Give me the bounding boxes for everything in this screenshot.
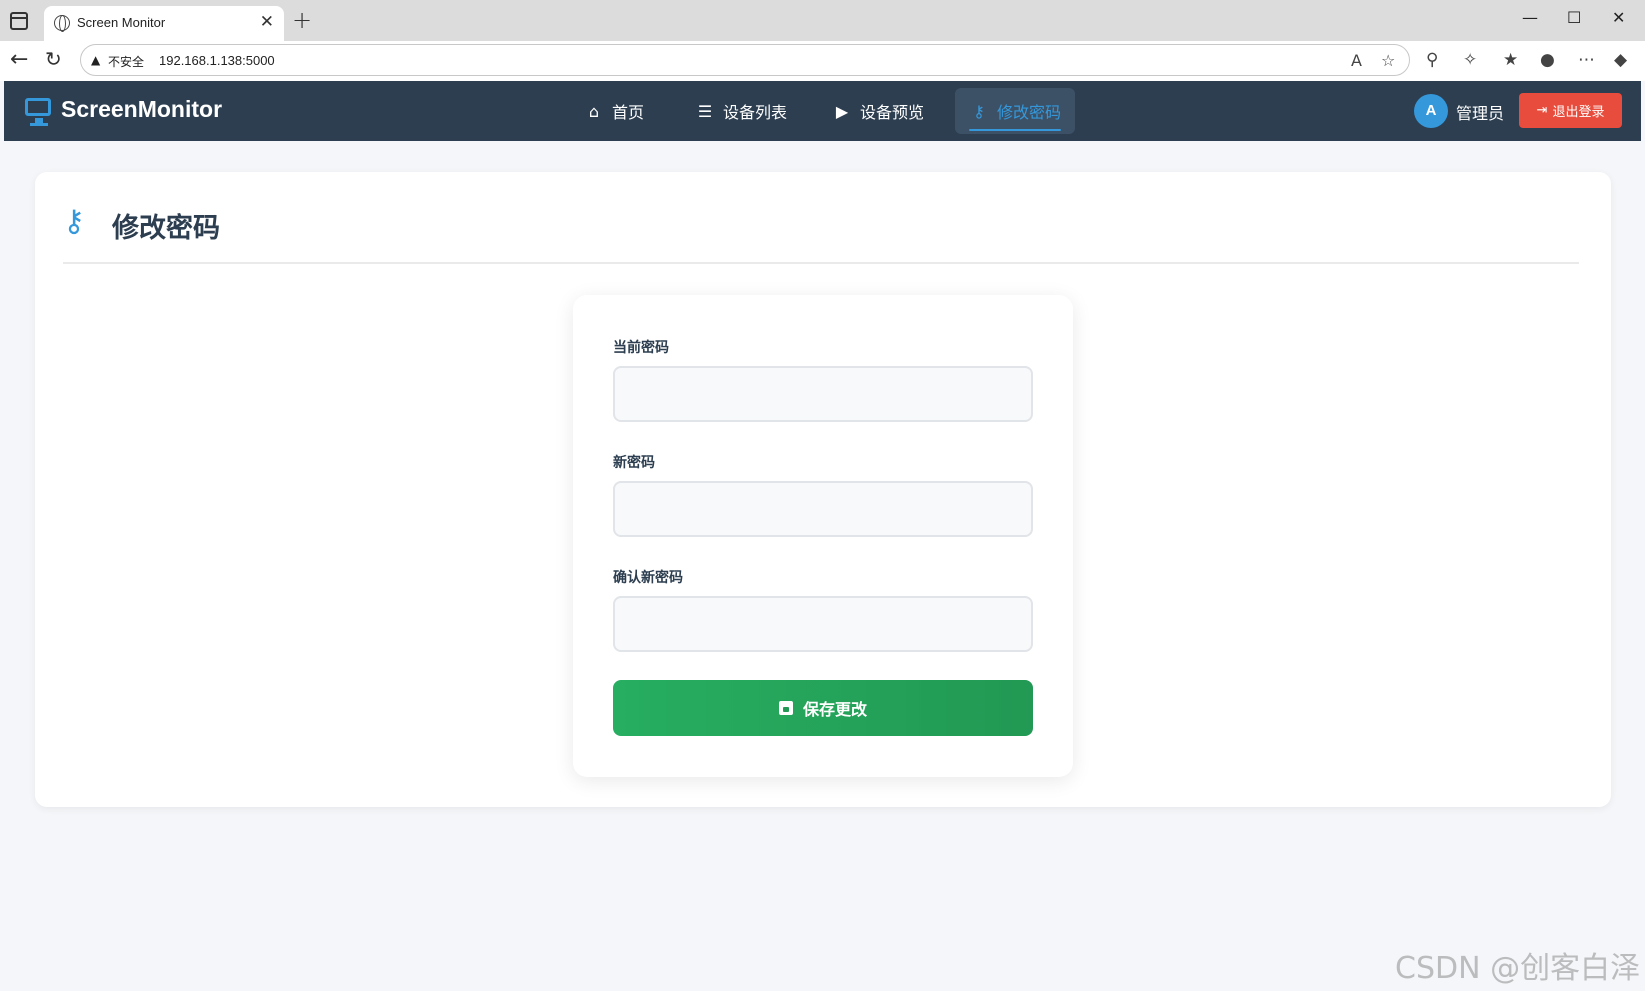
read-aloud-icon[interactable]: A xyxy=(1351,51,1362,70)
title-divider xyxy=(63,262,1579,264)
profile-icon[interactable]: ● xyxy=(1540,50,1555,70)
watermark: CSDN @创客白泽 xyxy=(1395,951,1641,986)
tab-title: Screen Monitor xyxy=(77,15,166,30)
globe-icon xyxy=(54,15,70,32)
url-text[interactable]: 192.168.1.138:5000 xyxy=(159,53,275,68)
save-icon xyxy=(778,701,793,715)
warning-icon: ▲ xyxy=(91,53,101,67)
key-icon: ⚷ xyxy=(63,204,85,239)
nav-device-list[interactable]: ☰ 设备列表 xyxy=(681,88,801,134)
nav-home[interactable]: ⌂ 首页 xyxy=(570,88,658,134)
nav-device-preview-label: 设备预览 xyxy=(860,103,925,122)
username: 管理员 xyxy=(1456,104,1505,123)
monitor-icon xyxy=(25,98,51,126)
change-password-form: 当前密码 新密码 确认新密码 保存更改 xyxy=(573,295,1073,777)
more-menu-icon[interactable]: ⋯ xyxy=(1578,50,1595,70)
sidebar-toggle-icon[interactable] xyxy=(10,12,28,30)
home-icon: ⌂ xyxy=(588,101,600,121)
new-password-label: 新密码 xyxy=(613,455,655,471)
favorites-icon[interactable]: ★ xyxy=(1503,50,1518,70)
tab-close-icon[interactable]: ✕ xyxy=(260,12,274,32)
url-field[interactable]: ▲ 不安全 192.168.1.138:5000 A ☆ xyxy=(80,44,1410,76)
browser-tab[interactable]: Screen Monitor ✕ xyxy=(44,6,284,41)
save-label: 保存更改 xyxy=(802,700,867,719)
new-password-input[interactable] xyxy=(613,481,1033,537)
video-camera-icon: ▶ xyxy=(835,101,849,121)
brand-logo[interactable]: ScreenMonitor xyxy=(61,96,222,123)
page-title: 修改密码 xyxy=(112,213,220,244)
save-button[interactable]: 保存更改 xyxy=(613,680,1033,736)
list-icon: ☰ xyxy=(697,101,713,121)
extensions-icon[interactable]: ✧ xyxy=(1463,50,1477,70)
favorite-star-icon[interactable]: ☆ xyxy=(1381,51,1395,70)
browser-tab-bar: Screen Monitor ✕ + — ☐ ✕ xyxy=(0,0,1645,41)
current-password-label: 当前密码 xyxy=(613,340,669,356)
maximize-icon[interactable]: ☐ xyxy=(1567,8,1581,27)
extension-pin-icon[interactable]: ⚲ xyxy=(1426,50,1438,70)
new-tab-button[interactable]: + xyxy=(292,6,312,34)
reload-icon[interactable]: ↻ xyxy=(45,47,62,71)
minimize-icon[interactable]: — xyxy=(1522,8,1538,27)
nav-home-label: 首页 xyxy=(612,103,645,122)
back-icon[interactable]: ← xyxy=(10,47,28,72)
logout-button[interactable]: ⇥ 退出登录 xyxy=(1519,93,1622,128)
nav-device-preview[interactable]: ▶ 设备预览 xyxy=(818,88,938,134)
confirm-password-input[interactable] xyxy=(613,596,1033,652)
app-header: ScreenMonitor ⌂ 首页 ☰ 设备列表 ▶ 设备预览 ⚷ 修改密码 … xyxy=(4,81,1641,141)
current-password-input[interactable] xyxy=(613,366,1033,422)
browser-address-bar: ← ↻ ▲ 不安全 192.168.1.138:5000 A ☆ ⚲ ✧ ★ ●… xyxy=(0,41,1645,81)
window-close-icon[interactable]: ✕ xyxy=(1612,8,1625,27)
copilot-icon[interactable]: ◆ xyxy=(1614,50,1627,70)
key-icon: ⚷ xyxy=(973,101,985,121)
logout-icon: ⇥ xyxy=(1536,103,1548,118)
nav-change-password-label: 修改密码 xyxy=(997,103,1062,122)
nav-device-list-label: 设备列表 xyxy=(723,103,788,122)
confirm-password-label: 确认新密码 xyxy=(613,570,683,586)
avatar[interactable]: A xyxy=(1414,94,1448,128)
main-card: ⚷ 修改密码 当前密码 新密码 确认新密码 保存更改 xyxy=(35,172,1611,807)
logout-label: 退出登录 xyxy=(1552,105,1605,120)
nav-change-password[interactable]: ⚷ 修改密码 xyxy=(955,88,1076,134)
security-label[interactable]: 不安全 xyxy=(108,53,144,70)
